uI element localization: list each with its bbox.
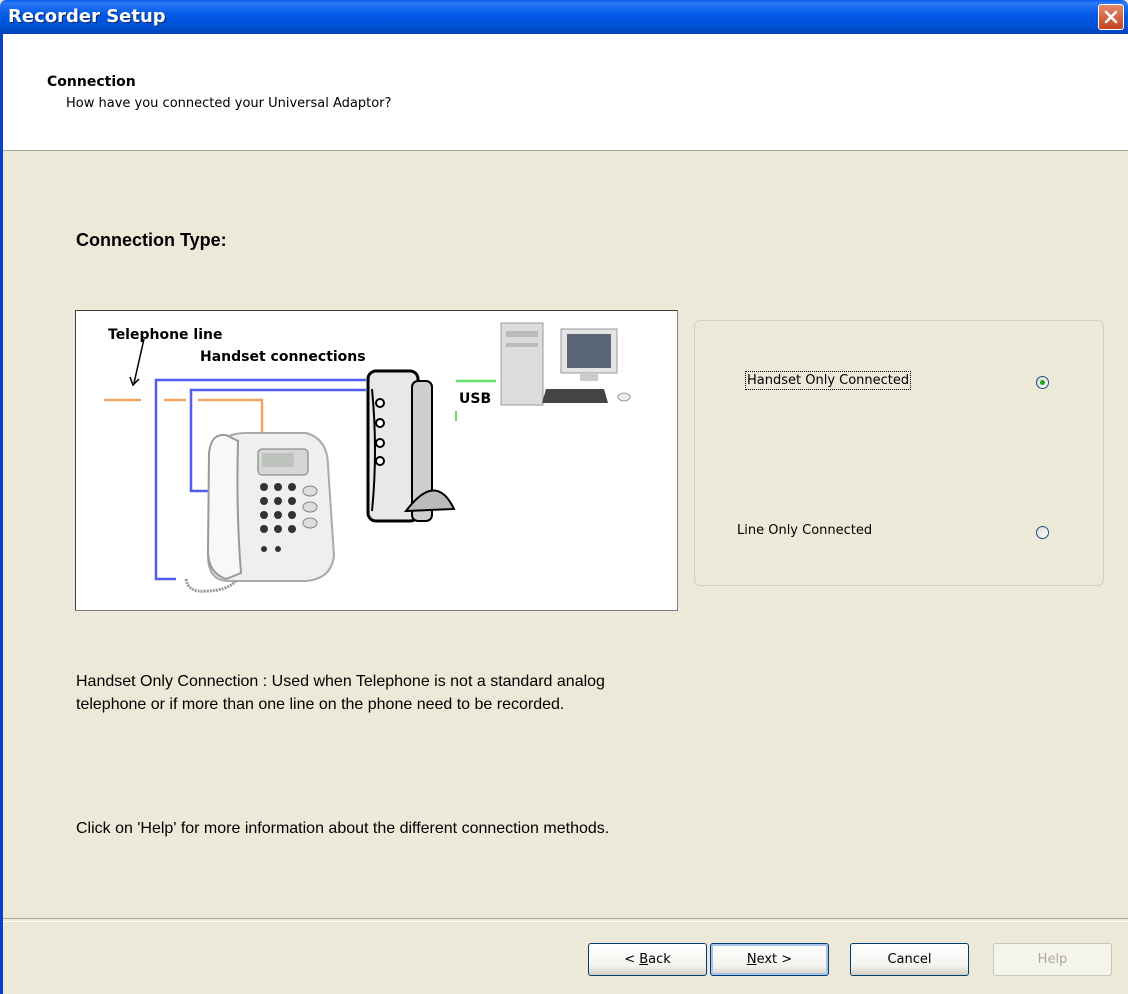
option-label-line-only[interactable]: Line Only Connected [737,523,872,538]
recorder-setup-dialog: Recorder Setup Connection How have you c… [0,0,1128,994]
next-button[interactable]: Next > [710,943,829,976]
connection-description: Handset Only Connection : Used when Tele… [76,673,605,713]
telephone-line-arrow [133,338,145,384]
back-button-prefix: < [624,952,640,967]
option-label-handset-only[interactable]: Handset Only Connected [744,371,912,390]
connection-diagram: Telephone line Handset connections USB [75,310,678,611]
computer-illustration [500,322,631,406]
footer-divider [3,918,1128,922]
connection-type-label: Connection Type: [76,230,227,250]
close-icon [1104,10,1118,24]
connection-diagram-graphic [104,322,631,593]
radio-line-only[interactable] [1036,526,1049,539]
help-note: Click on 'Help' for more information abo… [76,820,610,837]
back-button-label: ack [648,952,671,967]
title-bar: Recorder Setup [0,0,1128,34]
wizard-header: Connection How have you connected your U… [3,34,1128,151]
next-button-accesskey: N [746,952,757,967]
radio-selected-dot [1040,380,1045,385]
header-subtitle: How have you connected your Universal Ad… [66,96,392,111]
header-title: Connection [47,74,136,90]
back-button-accesskey: B [639,952,649,967]
phone-illustration [184,432,336,593]
radio-handset-only[interactable] [1036,376,1049,389]
help-button-label: Help [1037,952,1068,967]
connection-options-group: Handset Only Connected Line Only Connect… [694,320,1104,586]
usb-label: USB [459,391,492,407]
window-frame-left [0,34,3,994]
window-title: Recorder Setup [8,6,166,27]
close-button[interactable] [1098,4,1124,30]
cancel-button-label: Cancel [887,952,932,967]
telephone-line-label: Telephone line [108,327,223,343]
handset-connections-label: Handset connections [200,349,366,365]
back-button[interactable]: < Back [588,943,707,976]
cancel-button[interactable]: Cancel [850,943,969,976]
adaptor-illustration [366,369,456,523]
help-button: Help [993,943,1112,976]
next-button-label: ext > [756,952,793,967]
